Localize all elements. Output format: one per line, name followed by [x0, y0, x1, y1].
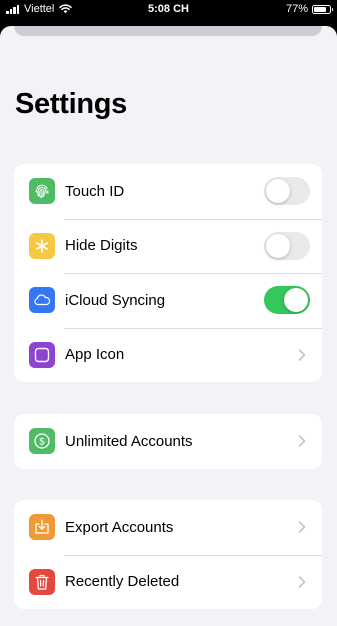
chevron-right-icon: [298, 435, 306, 448]
row-icloud-syncing[interactable]: iCloud Syncing: [14, 273, 322, 328]
row-hide-digits[interactable]: Hide Digits: [14, 218, 322, 274]
export-icon: [29, 514, 55, 541]
toggle-knob: [284, 288, 308, 313]
row-label-recently-deleted: Recently Deleted: [65, 573, 180, 591]
sheet-behind-edge: [14, 26, 322, 36]
icloud-syncing-toggle[interactable]: [264, 286, 310, 315]
row-label-app-icon: App Icon: [65, 346, 125, 364]
row-label-export-accounts: Export Accounts: [65, 518, 174, 536]
row-app-icon[interactable]: App Icon: [14, 327, 322, 383]
chevron-right-icon: [298, 348, 306, 361]
row-label-unlimited-accounts: Unlimited Accounts: [65, 432, 193, 450]
row-label-hide-digits: Hide Digits: [65, 237, 138, 255]
settings-group-purchase: $ Unlimited Accounts: [14, 414, 322, 469]
row-export-accounts[interactable]: Export Accounts: [14, 500, 322, 555]
asterisk-icon: [29, 232, 55, 259]
battery-level: [314, 6, 326, 12]
cloud-icon: [29, 287, 55, 314]
battery-percent: 77%: [285, 3, 308, 15]
touch-id-icon: [29, 178, 55, 205]
settings-sheet: Settings Touch ID Hide Digits iCloud Syn…: [0, 26, 337, 626]
page-title: Settings: [15, 88, 127, 120]
touch-id-toggle[interactable]: [264, 177, 310, 206]
chevron-right-icon: [298, 575, 306, 588]
row-unlimited-accounts[interactable]: $ Unlimited Accounts: [14, 414, 322, 469]
dollar-icon: $: [29, 428, 55, 455]
toggle-knob: [266, 179, 290, 204]
row-recently-deleted[interactable]: Recently Deleted: [14, 554, 322, 610]
app-icon-square: [29, 341, 55, 368]
row-label-touch-id: Touch ID: [65, 182, 125, 200]
hide-digits-toggle[interactable]: [264, 231, 310, 260]
trash-icon: [29, 568, 55, 595]
settings-group-data: Export Accounts Recently Deleted: [14, 500, 322, 609]
status-right: 77%: [285, 3, 333, 15]
svg-text:$: $: [39, 437, 45, 448]
battery-icon: [312, 4, 333, 14]
status-bar: Viettel 5:08 CH 77%: [0, 0, 337, 20]
row-touch-id[interactable]: Touch ID: [14, 164, 322, 219]
row-label-icloud-syncing: iCloud Syncing: [65, 291, 166, 309]
toggle-knob: [266, 233, 290, 258]
settings-group-general: Touch ID Hide Digits iCloud Syncing App …: [14, 164, 322, 382]
chevron-right-icon: [298, 521, 306, 534]
